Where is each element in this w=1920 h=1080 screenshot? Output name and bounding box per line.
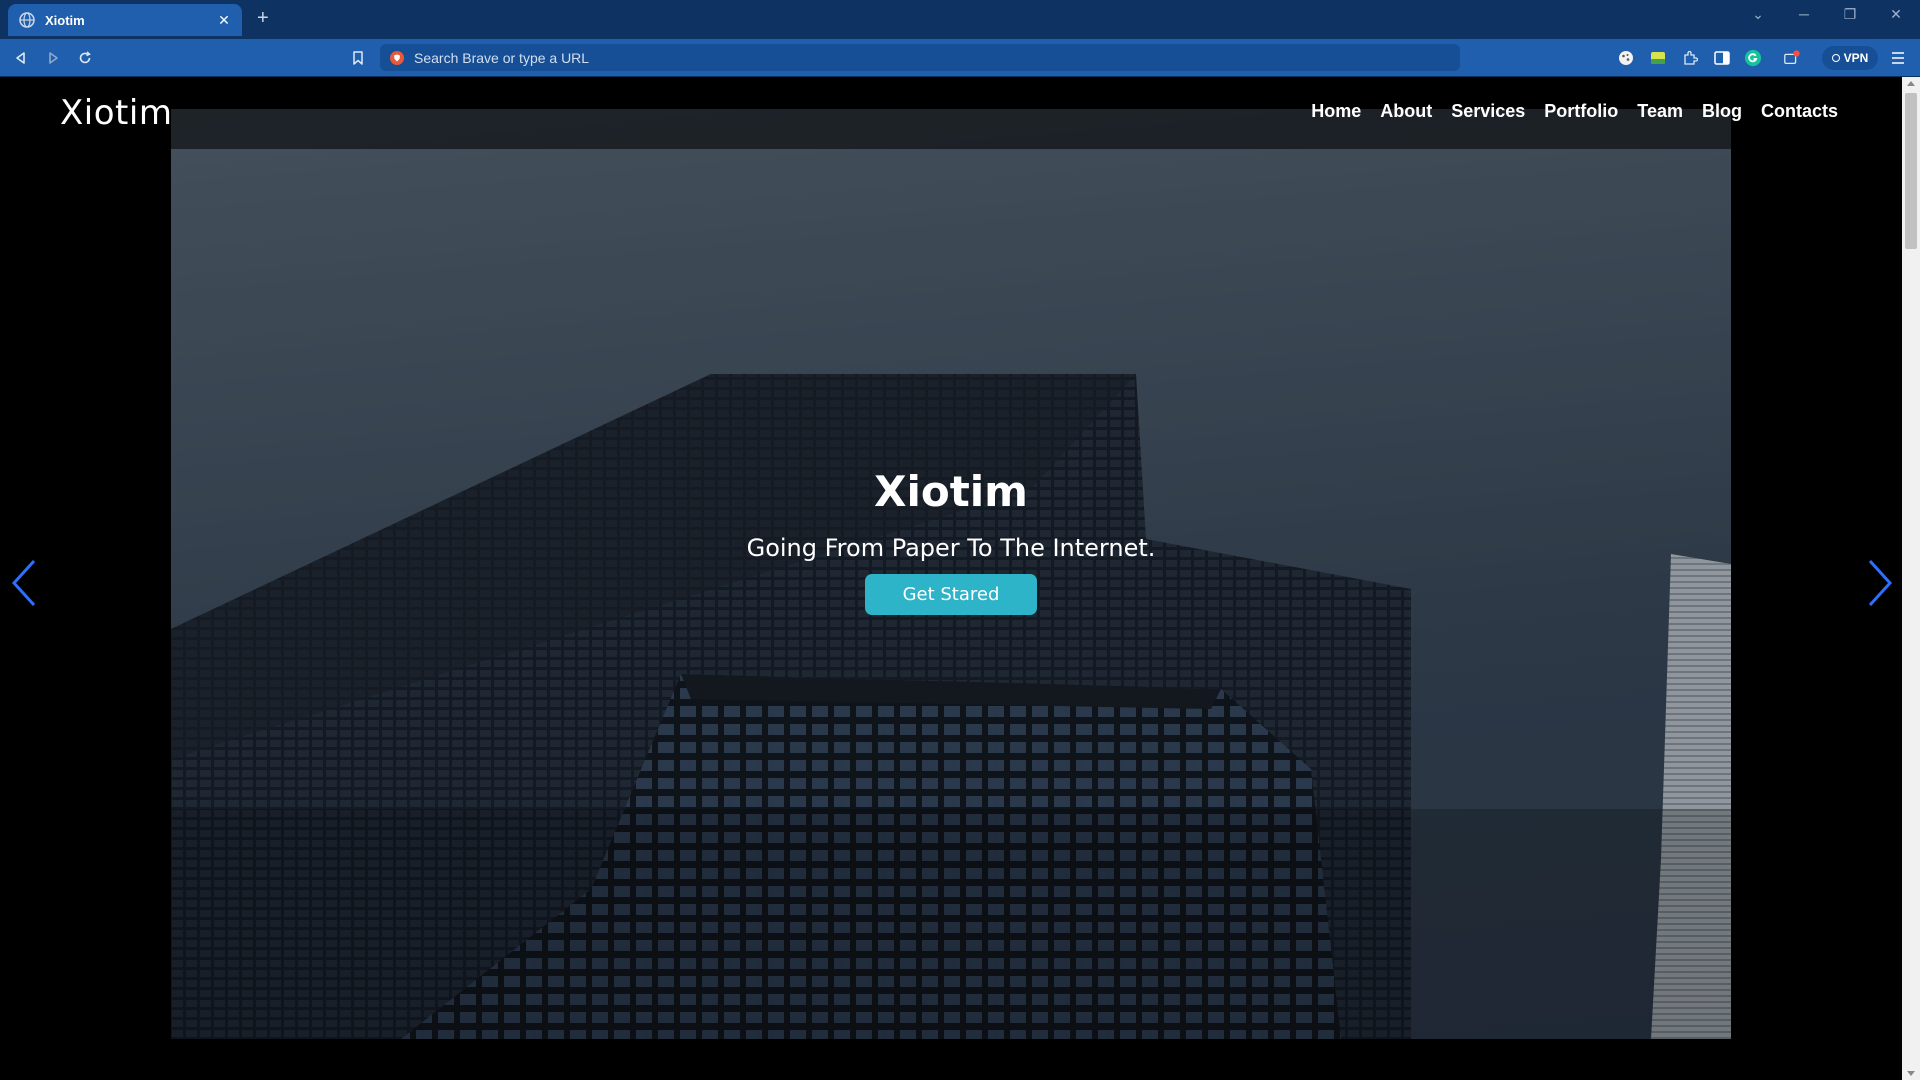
nav-contacts[interactable]: Contacts	[1761, 101, 1838, 122]
vpn-button[interactable]: VPN	[1822, 46, 1878, 70]
bookmark-icon[interactable]	[348, 48, 368, 68]
site-logo[interactable]: Xiotim	[60, 93, 172, 133]
menu-icon[interactable]	[1889, 49, 1907, 67]
extensions-icon[interactable]	[1681, 49, 1699, 67]
browser-toolbar: Search Brave or type a URL VPN	[0, 39, 1920, 77]
new-tab-button[interactable]: +	[257, 7, 269, 30]
tab-xiotim[interactable]: Xiotim ✕	[8, 4, 242, 36]
extension-card-icon[interactable]	[1649, 49, 1667, 67]
scrollbar-thumb[interactable]	[1905, 93, 1917, 249]
back-icon[interactable]	[11, 48, 31, 68]
tabs-menu-icon[interactable]: ⌄	[1746, 6, 1770, 23]
page-scrollbar[interactable]	[1902, 77, 1920, 1080]
restore-icon[interactable]: ❐	[1838, 6, 1862, 23]
nav-blog[interactable]: Blog	[1702, 101, 1742, 122]
nav-services[interactable]: Services	[1451, 101, 1525, 122]
minimize-icon[interactable]: ─	[1792, 6, 1816, 22]
tab-title: Xiotim	[45, 12, 85, 28]
extension-cookie-icon[interactable]	[1617, 49, 1635, 67]
main-nav: Home About Services Portfolio Team Blog …	[1292, 101, 1838, 122]
grammarly-icon[interactable]	[1744, 49, 1762, 67]
nav-portfolio[interactable]: Portfolio	[1544, 101, 1618, 122]
hero-title: Xiotim	[874, 467, 1028, 516]
scroll-down-icon[interactable]	[1907, 1071, 1915, 1076]
site-header: Xiotim Home About Services Portfolio Tea…	[0, 77, 1902, 149]
reload-icon[interactable]	[75, 48, 95, 68]
page-viewport: Xiotim Home About Services Portfolio Tea…	[0, 77, 1902, 1080]
brave-shield-icon[interactable]	[390, 50, 404, 65]
url-bar[interactable]: Search Brave or type a URL	[380, 44, 1460, 71]
window-close-icon[interactable]: ✕	[1884, 6, 1908, 23]
browser-tab-bar: Xiotim ✕ + ⌄ ─ ❐ ✕	[0, 0, 1920, 39]
carousel-prev-chevron-left-icon[interactable]	[4, 553, 44, 613]
nav-home[interactable]: Home	[1311, 101, 1361, 122]
vpn-label: VPN	[1843, 51, 1869, 65]
wallet-icon[interactable]	[1783, 49, 1801, 67]
carousel-next-chevron-right-icon[interactable]	[1860, 553, 1900, 613]
url-placeholder: Search Brave or type a URL	[414, 49, 590, 66]
tab-close-icon[interactable]: ✕	[214, 12, 234, 29]
hero-caption: Xiotim Going From Paper To The Internet.…	[0, 467, 1902, 615]
get-started-button[interactable]: Get Stared	[865, 574, 1037, 615]
scroll-up-icon[interactable]	[1907, 81, 1915, 86]
nav-team[interactable]: Team	[1637, 101, 1683, 122]
nav-about[interactable]: About	[1380, 101, 1432, 122]
forward-icon[interactable]	[43, 48, 63, 68]
sidebar-icon[interactable]	[1713, 49, 1731, 67]
globe-icon	[19, 12, 35, 28]
hero-subtitle: Going From Paper To The Internet.	[746, 534, 1156, 562]
vpn-dot-icon	[1831, 54, 1840, 62]
